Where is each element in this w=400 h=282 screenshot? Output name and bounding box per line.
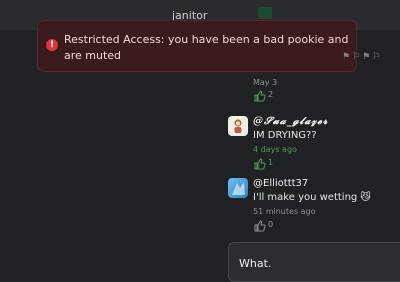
status-indicator — [258, 7, 272, 19]
toolbar-icons-row: ⚑⚐⚑⚐ — [342, 52, 400, 62]
character-avatar-icon — [234, 119, 242, 133]
reply-input-value[interactable]: What. — [239, 257, 271, 270]
like-count: 2 — [268, 90, 274, 99]
reply-input[interactable]: What. — [228, 242, 400, 282]
comment-date: May 3 — [253, 78, 278, 87]
thumbs-up-icon — [254, 220, 266, 232]
like-count: 1 — [268, 158, 274, 167]
toolbar-icon: ⚑⚐⚑⚐ — [342, 52, 383, 62]
character-avatar-icon — [232, 182, 245, 195]
alert-circle-icon: ! — [46, 39, 58, 51]
comment-username[interactable]: @𝓢𝓾𝓪_𝓰𝓵𝓪𝔃𝓮𝓻 — [253, 116, 328, 127]
thumbs-up-icon — [254, 158, 266, 170]
avatar[interactable] — [228, 116, 248, 136]
comment-text: IM DRYING?? — [253, 130, 317, 141]
like-count: 0 — [268, 220, 274, 229]
comment-date: 51 minutes ago — [253, 207, 316, 216]
thumbs-up-icon — [254, 90, 266, 102]
alert-message: Restricted Access: you have been a bad p… — [64, 33, 349, 62]
comment-date: 4 days ago — [253, 145, 297, 154]
restricted-access-alert: ! Restricted Access: you have been a bad… — [37, 20, 357, 72]
comment-username[interactable]: @Elliottt37 — [253, 178, 308, 189]
avatar[interactable] — [228, 178, 248, 198]
comment-text: I'll make you wetting 😼 — [253, 192, 371, 203]
